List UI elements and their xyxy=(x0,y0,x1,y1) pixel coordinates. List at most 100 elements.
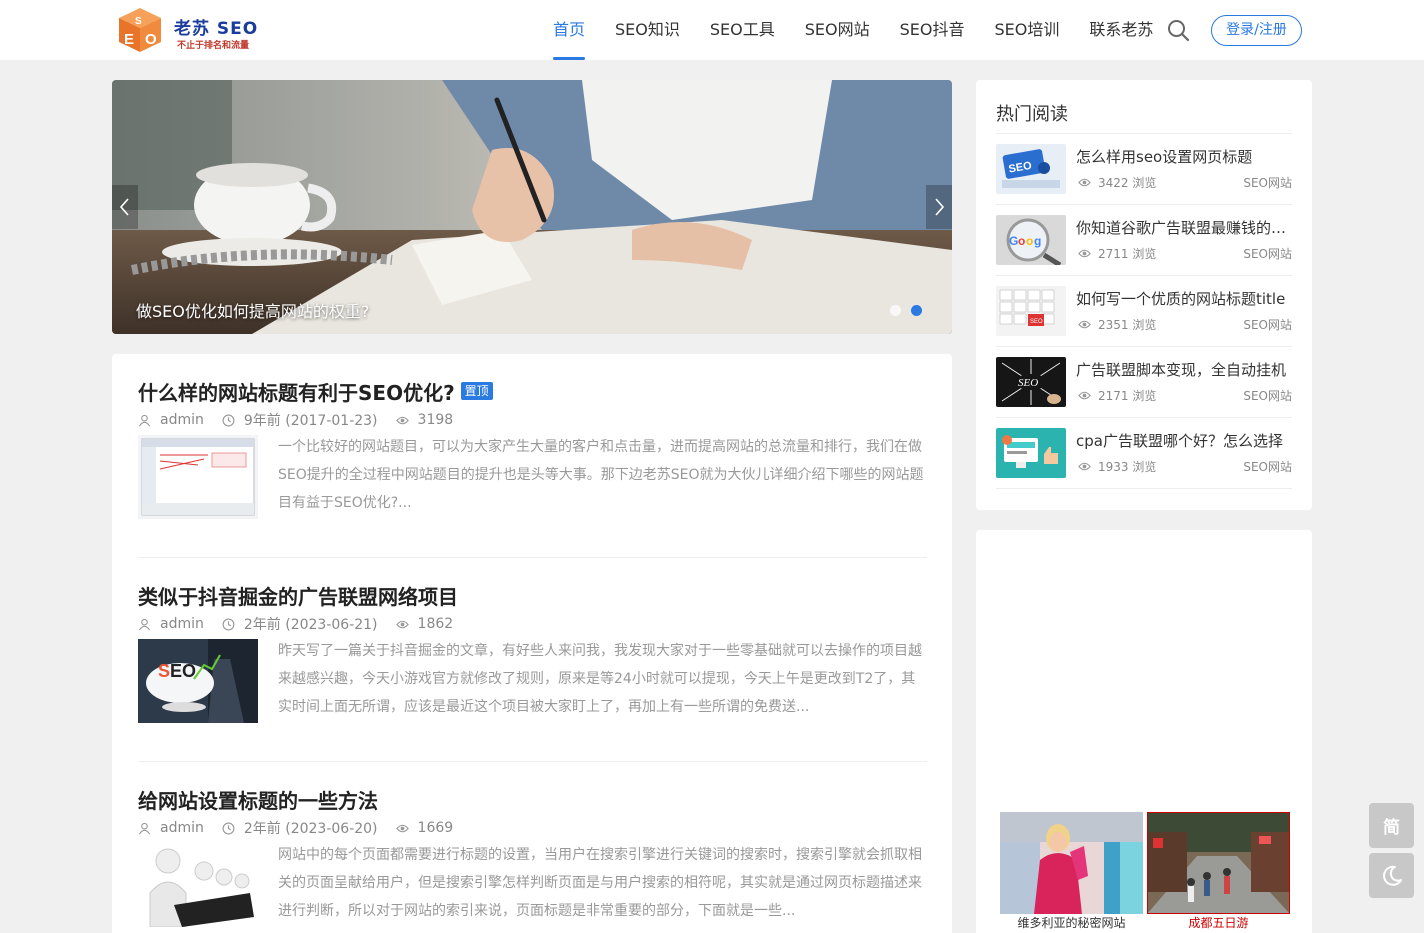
hot-item-views: 2351 浏览 xyxy=(1078,316,1156,333)
simplified-chinese-toggle-button[interactable]: 简 xyxy=(1369,803,1414,848)
user-icon xyxy=(138,822,151,834)
eye-icon xyxy=(395,824,409,832)
hot-item-views-count: 2171 浏览 xyxy=(1098,389,1157,403)
hot-item-views-count: 3422 浏览 xyxy=(1098,176,1157,190)
post-author-name: admin xyxy=(160,820,204,836)
post-author-name: admin xyxy=(160,616,204,632)
post-views: 3198 xyxy=(395,412,453,428)
featured-slider[interactable]: 做SEO优化如何提高网站的权重? xyxy=(112,80,952,334)
eye-icon xyxy=(1078,178,1091,187)
post-thumbnail[interactable] xyxy=(138,435,258,519)
hot-item-title[interactable]: 你知道谷歌广告联盟最赚钱的方法吗 xyxy=(1076,217,1292,238)
search-icon[interactable] xyxy=(1166,18,1190,42)
ad-caption[interactable]: 成都五日游 xyxy=(1147,914,1290,931)
hot-item-title[interactable]: 广告联盟脚本变现，全自动挂机 xyxy=(1076,359,1292,380)
slider-caption[interactable]: 做SEO优化如何提高网站的权重? xyxy=(136,298,369,322)
post-divider xyxy=(138,557,927,558)
hot-item-views-count: 2711 浏览 xyxy=(1098,247,1157,261)
slider-dot-2[interactable] xyxy=(911,305,922,316)
svg-text:S: S xyxy=(158,661,170,681)
nav-item-contact[interactable]: 联系老苏 xyxy=(1074,0,1168,60)
logo-tagline: 不止于排名和流量 xyxy=(177,41,250,51)
clock-icon xyxy=(222,618,235,630)
hot-item-views: 2171 浏览 xyxy=(1078,387,1156,404)
hot-item-title[interactable]: 如何写一个优质的网站标题title xyxy=(1076,288,1292,309)
nav-item-seo-tools[interactable]: SEO工具 xyxy=(695,0,790,60)
hot-item-thumbnail[interactable]: SEO xyxy=(996,357,1066,407)
post-title-row[interactable]: 什么样的网站标题有利于SEO优化? 置顶 xyxy=(138,376,927,406)
hot-reading-widget: 热门阅读 SEO 怎么样用seo设置网页标题 3422 浏览 SEO网站 G o… xyxy=(976,80,1312,510)
chevron-right-icon xyxy=(935,198,945,216)
slider-dot-1[interactable] xyxy=(890,305,901,316)
eye-icon xyxy=(1078,249,1091,258)
post-title-row[interactable]: 给网站设置标题的一些方法 xyxy=(138,784,927,814)
post-meta: admin 2年前 (2023-06-21) 1862 xyxy=(138,614,927,634)
post-date: 2年前 (2023-06-21) xyxy=(222,614,378,634)
post-excerpt: 一个比较好的网站题目，可以为大家产生大量的客户和点击量，进而提高网站的总流量和排… xyxy=(278,439,924,511)
hot-item-divider xyxy=(996,488,1292,489)
dark-mode-toggle-button[interactable] xyxy=(1369,853,1414,898)
hot-item: SEO 如何写一个优质的网站标题title 2351 浏览 SEO网站 xyxy=(996,276,1292,347)
svg-text:O: O xyxy=(145,31,157,48)
nav-item-seo-sites[interactable]: SEO网站 xyxy=(790,0,885,60)
ad-image[interactable] xyxy=(1147,812,1290,914)
svg-text:g: g xyxy=(1034,234,1041,248)
user-icon xyxy=(138,414,151,426)
post-divider xyxy=(138,761,927,762)
post-excerpt: 昨天写了一篇关于抖音掘金的文章，有好些人来问我，我发现大家对于一些零基础就可以去… xyxy=(278,643,922,715)
hot-item-thumbnail[interactable]: SEO xyxy=(996,286,1066,336)
logo-title: 老苏 SEO xyxy=(174,19,259,39)
hot-item-thumbnail[interactable]: G o o g xyxy=(996,215,1066,265)
post-body: 网站中的每个页面都需要进行标题的设置，当用户在搜索引擎进行关键词的搜索时，搜索引… xyxy=(138,843,927,927)
post-excerpt: 网站中的每个页面都需要进行标题的设置，当用户在搜索引擎进行关键词的搜索时，搜索引… xyxy=(278,847,922,919)
hot-item: G o o g 你知道谷歌广告联盟最赚钱的方法吗 2711 浏览 SEO网站 xyxy=(996,205,1292,276)
ad-caption[interactable]: 维多利亚的秘密网站 xyxy=(1000,914,1143,931)
hot-item-category[interactable]: SEO网站 xyxy=(1243,245,1292,262)
nav-item-home[interactable]: 首页 xyxy=(538,0,600,60)
nav-item-seo-douyin[interactable]: SEO抖音 xyxy=(885,0,980,60)
nav-item-seo-training[interactable]: SEO培训 xyxy=(980,0,1075,60)
ad-card[interactable]: 成都五日游 xyxy=(1147,812,1290,933)
list-item: 给网站设置标题的一些方法 admin 2年前 (2023-06-20) 1669 xyxy=(138,784,927,927)
hot-item-title[interactable]: 怎么样用seo设置网页标题 xyxy=(1076,146,1292,167)
site-header: E O S 老苏 SEO 不止于排名和流量 首页 SEO知识 SEO工具 SEO… xyxy=(0,0,1424,60)
post-title[interactable]: 什么样的网站标题有利于SEO优化? xyxy=(138,377,455,406)
hot-item: SEO 怎么样用seo设置网页标题 3422 浏览 SEO网站 xyxy=(996,134,1292,205)
slider-next-button[interactable] xyxy=(926,185,952,229)
hot-item: SEO 广告联盟脚本变现，全自动挂机 2171 浏览 SEO网站 xyxy=(996,347,1292,418)
nav-item-seo-knowledge[interactable]: SEO知识 xyxy=(600,0,695,60)
post-title[interactable]: 类似于抖音掘金的广告联盟网络项目 xyxy=(138,581,458,610)
clock-icon xyxy=(222,822,235,834)
post-author: admin xyxy=(138,820,204,836)
site-logo[interactable]: E O S 老苏 SEO 不止于排名和流量 xyxy=(116,4,259,56)
login-register-button[interactable]: 登录/注册 xyxy=(1211,15,1302,46)
hot-item-views-count: 2351 浏览 xyxy=(1098,318,1157,332)
post-list: 什么样的网站标题有利于SEO优化? 置顶 admin 9年前 (2017-01-… xyxy=(112,354,952,933)
svg-text:S: S xyxy=(135,16,142,27)
hot-item-category[interactable]: SEO网站 xyxy=(1243,458,1292,475)
hot-item-title[interactable]: cpa广告联盟哪个好？怎么选择 xyxy=(1076,430,1292,451)
hot-item-category[interactable]: SEO网站 xyxy=(1243,387,1292,404)
post-views-count: 1669 xyxy=(417,820,454,836)
post-title-row[interactable]: 类似于抖音掘金的广告联盟网络项目 xyxy=(138,580,927,610)
post-title[interactable]: 给网站设置标题的一些方法 xyxy=(138,785,378,814)
post-author-name: admin xyxy=(160,412,204,428)
post-thumbnail[interactable]: S EO xyxy=(138,639,258,723)
ad-card[interactable]: 维多利亚的秘密网站 xyxy=(1000,812,1143,933)
eye-icon xyxy=(395,620,409,628)
slider-prev-button[interactable] xyxy=(112,185,138,229)
hot-item-category[interactable]: SEO网站 xyxy=(1243,316,1292,333)
slider-image[interactable] xyxy=(112,80,952,334)
post-views: 1669 xyxy=(395,820,454,836)
post-thumbnail[interactable] xyxy=(138,843,258,927)
hot-item-views: 1933 浏览 xyxy=(1078,458,1156,475)
main-nav: 首页 SEO知识 SEO工具 SEO网站 SEO抖音 SEO培训 联系老苏 xyxy=(538,0,1168,60)
eye-icon xyxy=(1078,391,1091,400)
hot-item-thumbnail[interactable] xyxy=(996,428,1066,478)
post-body: S EO 昨天写了一篇关于抖音掘金的文章，有好些人来问我，我发现大家对于一些零基… xyxy=(138,639,927,723)
svg-text:o: o xyxy=(1026,234,1033,248)
hot-item-thumbnail[interactable]: SEO xyxy=(996,144,1066,194)
ad-image[interactable] xyxy=(1000,812,1143,914)
hot-item-category[interactable]: SEO网站 xyxy=(1243,174,1292,191)
post-body: 一个比较好的网站题目，可以为大家产生大量的客户和点击量，进而提高网站的总流量和排… xyxy=(138,435,927,519)
